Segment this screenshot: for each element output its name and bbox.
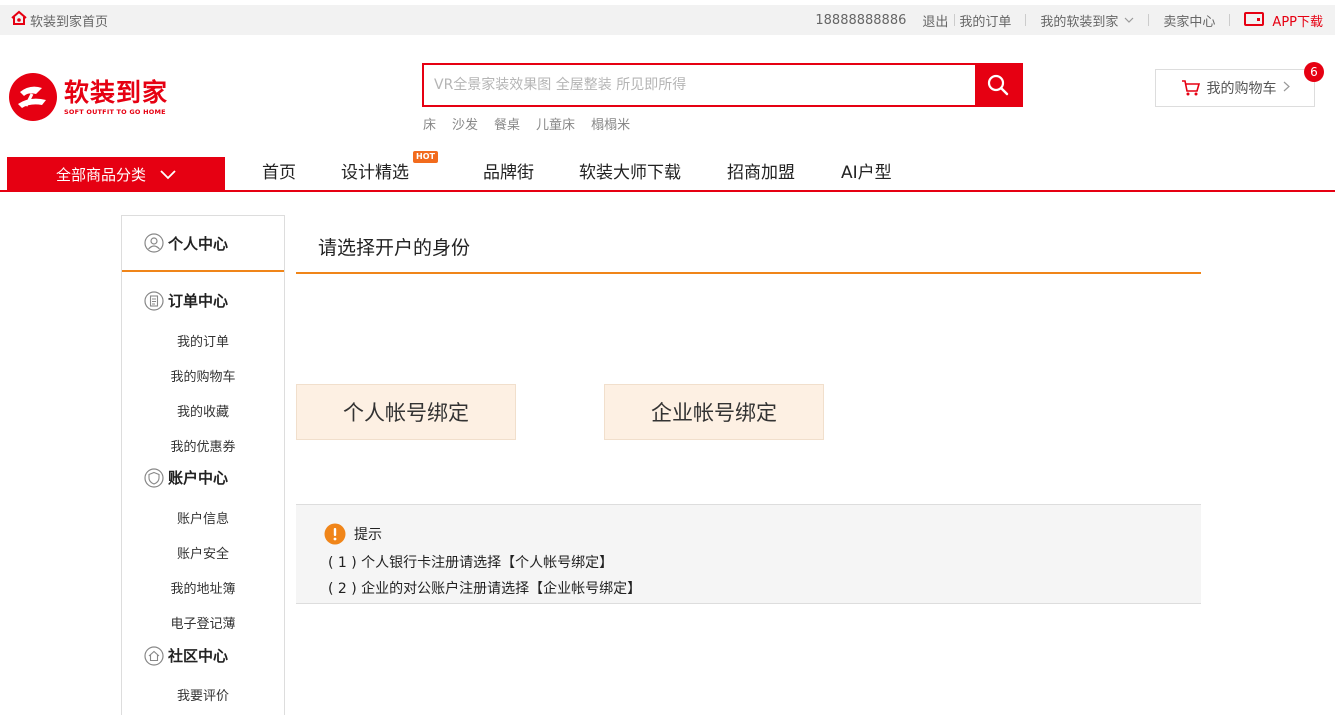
sidebar: 个人中心 订单中心 我的订单 我的购物车 我的收藏 我的优惠券 账户中心 账户信… bbox=[121, 215, 285, 715]
cart-label: 我的购物车 bbox=[1206, 81, 1277, 97]
sidebar-community-center-label: 社区中心 bbox=[168, 647, 229, 665]
nav-divider bbox=[0, 190, 1335, 192]
chevron-right-icon bbox=[1283, 80, 1290, 96]
my-orders-link[interactable]: 我的订单 bbox=[959, 11, 1011, 30]
search-bar bbox=[422, 63, 1023, 107]
hot-word[interactable]: 儿童床 bbox=[536, 114, 575, 133]
company-bind-button[interactable]: 企业帐号绑定 bbox=[604, 384, 824, 440]
cart-icon bbox=[1181, 80, 1200, 96]
tips-line-2: ( 2 ) 企业的对公账户注册请选择【企业帐号绑定】 bbox=[328, 581, 642, 597]
divider bbox=[954, 14, 956, 26]
community-icon bbox=[144, 645, 164, 666]
sidebar-item-coupons[interactable]: 我的优惠券 bbox=[122, 436, 284, 455]
nav-item-design[interactable]: 设计精选 bbox=[341, 160, 409, 186]
sidebar-account-center: 账户中心 bbox=[144, 467, 228, 488]
sidebar-item-review[interactable]: 我要评价 bbox=[122, 685, 284, 704]
nav-item-brands[interactable]: 品牌街 bbox=[483, 160, 534, 186]
sidebar-community-center: 社区中心 bbox=[144, 645, 228, 666]
cart-count-badge: 6 bbox=[1304, 62, 1324, 82]
nav-item-download[interactable]: 软装大师下载 bbox=[579, 160, 681, 186]
search-icon bbox=[987, 74, 1009, 96]
page-title: 请选择开户的身份 bbox=[318, 237, 471, 259]
top-bar: 软装到家首页 18888888886 退出 我的订单 我的软装到家 卖家中心 A… bbox=[0, 5, 1335, 35]
warning-icon bbox=[324, 523, 346, 545]
all-categories-label: 全部商品分类 bbox=[55, 166, 146, 184]
sidebar-account-center-label: 账户中心 bbox=[168, 469, 229, 487]
sidebar-item-address-book[interactable]: 我的地址簿 bbox=[122, 578, 284, 597]
search-button[interactable] bbox=[975, 65, 1021, 105]
tips-panel: 提示 ( 1 ) 个人银行卡注册请选择【个人帐号绑定】 ( 2 ) 企业的对公账… bbox=[296, 504, 1201, 604]
sidebar-item-account-security[interactable]: 账户安全 bbox=[122, 543, 284, 562]
logout-link[interactable]: 退出 bbox=[922, 11, 948, 30]
seller-center-link[interactable]: 卖家中心 bbox=[1163, 11, 1215, 30]
nav-item-franchise[interactable]: 招商加盟 bbox=[727, 160, 795, 186]
divider bbox=[1148, 14, 1150, 26]
hot-badge: HOT bbox=[413, 151, 438, 163]
sidebar-item-e-register[interactable]: 电子登记薄 bbox=[122, 613, 284, 632]
title-divider bbox=[296, 272, 1201, 274]
nav-item-home[interactable]: 首页 bbox=[262, 160, 296, 186]
hot-word[interactable]: 榻榻米 bbox=[591, 114, 630, 133]
user-icon bbox=[144, 233, 164, 253]
user-phone: 18888888886 bbox=[815, 12, 907, 28]
search-input[interactable] bbox=[424, 65, 975, 105]
site-logo[interactable]: 软装到家 SOFT OUTFIT TO GO HOME bbox=[8, 72, 168, 122]
my-account-label: 我的软装到家 bbox=[1040, 14, 1119, 30]
hot-word[interactable]: 沙发 bbox=[452, 114, 478, 133]
my-account-link[interactable]: 我的软装到家 bbox=[1040, 11, 1134, 30]
hot-word[interactable]: 餐桌 bbox=[494, 114, 520, 133]
sidebar-order-center: 订单中心 bbox=[144, 290, 228, 311]
shield-icon bbox=[144, 467, 164, 488]
divider bbox=[1229, 14, 1231, 26]
sidebar-item-my-orders[interactable]: 我的订单 bbox=[122, 331, 284, 350]
personal-bind-button[interactable]: 个人帐号绑定 bbox=[296, 384, 516, 440]
hot-search-words: 床 沙发 餐桌 儿童床 榻榻米 bbox=[423, 114, 630, 133]
app-download-link[interactable]: APP下载 bbox=[1244, 11, 1323, 30]
sidebar-item-account-info[interactable]: 账户信息 bbox=[122, 508, 284, 527]
app-download-label: APP下载 bbox=[1272, 14, 1323, 30]
sidebar-personal-center-label: 个人中心 bbox=[168, 234, 229, 253]
sidebar-order-center-label: 订单中心 bbox=[168, 292, 229, 310]
document-icon bbox=[144, 290, 164, 311]
hot-word[interactable]: 床 bbox=[423, 114, 436, 133]
app-download-icon bbox=[1244, 12, 1265, 28]
logo-name-en: SOFT OUTFIT TO GO HOME bbox=[64, 107, 166, 116]
divider bbox=[1025, 14, 1027, 26]
home-icon bbox=[10, 10, 28, 30]
sidebar-personal-center[interactable]: 个人中心 bbox=[122, 216, 284, 272]
all-categories-button[interactable]: 全部商品分类 bbox=[7, 157, 225, 192]
logo-icon bbox=[9, 73, 57, 121]
chevron-down-icon bbox=[1124, 17, 1134, 23]
home-link-label: 软装到家首页 bbox=[30, 14, 109, 30]
home-link[interactable]: 软装到家首页 bbox=[10, 5, 108, 35]
nav-item-ai-layout[interactable]: AI户型 bbox=[841, 160, 892, 186]
logo-name-cn: 软装到家 bbox=[64, 77, 169, 107]
tips-heading: 提示 bbox=[354, 527, 382, 543]
sidebar-item-favorites[interactable]: 我的收藏 bbox=[122, 401, 284, 420]
tips-line-1: ( 1 ) 个人银行卡注册请选择【个人帐号绑定】 bbox=[328, 555, 614, 571]
chevron-down-icon bbox=[160, 166, 176, 184]
sidebar-item-my-cart[interactable]: 我的购物车 bbox=[122, 366, 284, 385]
cart-button[interactable]: 我的购物车 6 bbox=[1155, 62, 1324, 107]
